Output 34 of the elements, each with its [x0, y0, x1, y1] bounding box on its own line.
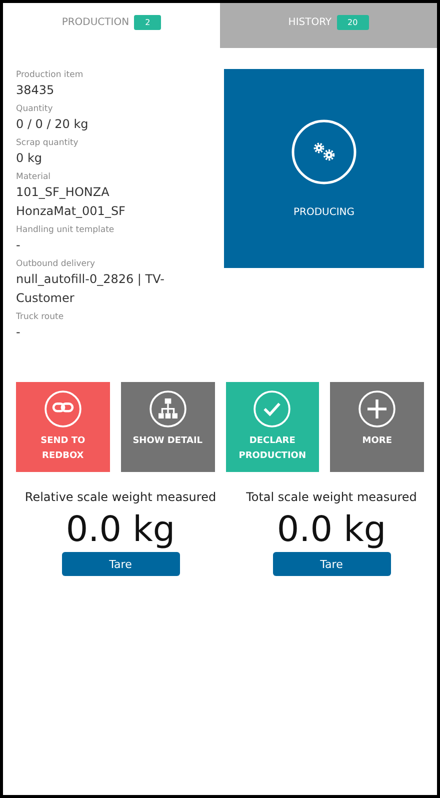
action-button[interactable]: SEND TO REDBOX — [16, 382, 110, 472]
field-label: Outbound delivery — [16, 258, 96, 270]
action-button[interactable]: DECLARE PRODUCTION — [226, 382, 320, 472]
field-value: 38435 — [16, 82, 56, 99]
weight-reading: 0.0 kg — [276, 510, 386, 550]
hierarchy-icon — [148, 390, 187, 428]
field-value: HonzaMat_001_SF — [16, 203, 126, 220]
field-label: Production item — [16, 69, 84, 81]
tare-button[interactable]: Tare — [272, 552, 390, 576]
field-label: Handling unit template — [16, 224, 116, 236]
tare-button[interactable]: Tare — [62, 552, 180, 576]
field-value: - — [16, 324, 22, 341]
weight-reading: 0.0 kg — [66, 510, 176, 550]
scale-title: Total scale weight measured — [246, 490, 417, 504]
plus-icon — [358, 390, 396, 428]
gears-icon — [291, 119, 357, 185]
field-value: null_autofill-0_2826 | TV-Customer — [16, 271, 166, 307]
tab[interactable]: HISTORY 20 — [220, 3, 437, 48]
scale-title: Relative scale weight measured — [24, 490, 216, 504]
status-label: PRODUCING — [293, 207, 355, 218]
field-value: 0 / 0 / 20 kg — [16, 116, 90, 133]
checkmark-icon — [253, 390, 292, 428]
field-value: - — [16, 237, 22, 254]
field-label: Truck route — [16, 311, 65, 323]
field-label: Scrap quantity — [16, 137, 80, 149]
action-button[interactable]: MORE — [330, 382, 424, 472]
field-value: 101_SF_HONZA — [16, 184, 110, 201]
count-badge: 2 — [134, 15, 162, 30]
action-button[interactable]: SHOW DETAIL — [120, 382, 214, 472]
field-label: Material — [16, 171, 52, 183]
link-icon — [44, 390, 82, 428]
field-label: Quantity — [16, 103, 54, 115]
count-badge: 20 — [336, 15, 369, 30]
field-value: 0 kg — [16, 150, 44, 167]
